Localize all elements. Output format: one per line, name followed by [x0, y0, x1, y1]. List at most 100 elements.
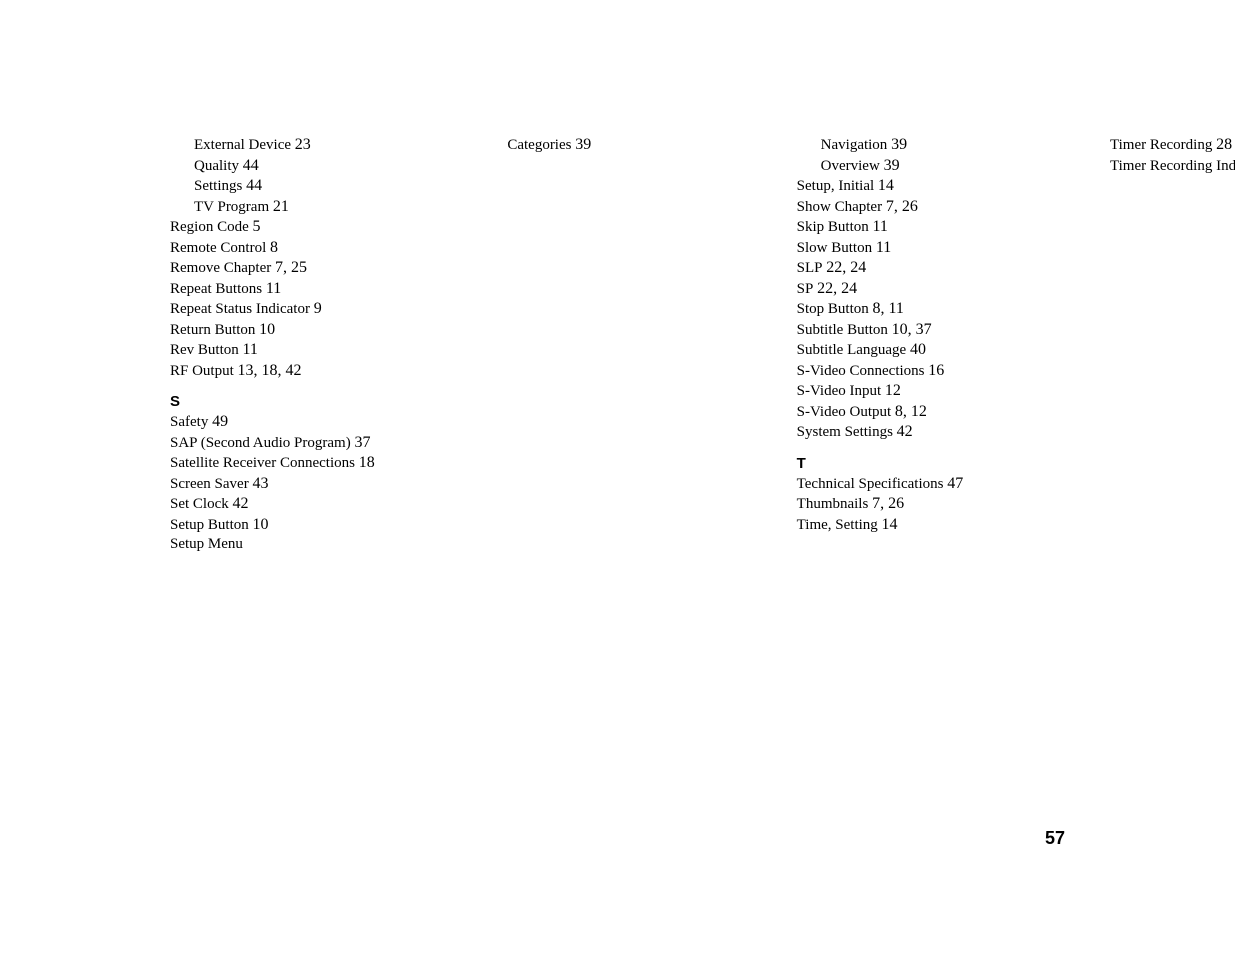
index-term: SP	[797, 281, 814, 297]
index-pages: 16	[928, 362, 944, 379]
index-pages: 7, 26	[872, 495, 904, 512]
index-entry: Skip Button 11	[797, 217, 1070, 238]
index-entry: Show Chapter 7, 26	[797, 197, 1070, 218]
index-term: Settings	[194, 178, 242, 194]
index-term: SAP (Second Audio Program)	[170, 435, 351, 451]
index-pages: 11	[873, 218, 888, 235]
index-entry: Timer Recording Indicator 9	[1110, 156, 1235, 177]
index-pages: 42	[897, 423, 913, 440]
index-pages: 9	[314, 300, 322, 317]
index-entry: Safety 49	[170, 412, 443, 433]
index-pages: 42	[233, 495, 249, 512]
index-entry: Technical Specifications 47	[797, 474, 1070, 495]
index-term: System Settings	[797, 424, 893, 440]
index-term: Stop Button	[797, 301, 869, 317]
index-entry: Subtitle Language 40	[797, 340, 1070, 361]
index-term: S-Video Output	[797, 404, 892, 420]
index-entry: Satellite Receiver Connections 18	[170, 453, 443, 474]
index-entry: Navigation 39	[797, 135, 1070, 156]
index-pages: 7, 25	[275, 259, 307, 276]
index-entry: Setup Button 10	[170, 515, 443, 536]
index-term: Safety	[170, 414, 208, 430]
index-term: Set Clock	[170, 496, 229, 512]
index-term: Satellite Receiver Connections	[170, 455, 355, 471]
index-pages: 11	[266, 280, 281, 297]
index-pages: 22, 24	[826, 259, 866, 276]
index-entry: Settings 44	[170, 176, 443, 197]
index-entry: Repeat Buttons 11	[170, 279, 443, 300]
index-entry: Slow Button 11	[797, 238, 1070, 259]
index-entry: Thumbnails 7, 26	[797, 494, 1070, 515]
index-term: Setup Menu	[170, 536, 243, 552]
index-page: External Device 23Quality 44Settings 44T…	[170, 135, 1070, 555]
index-pages: 11	[243, 341, 258, 358]
index-entry: Screen Saver 43	[170, 474, 443, 495]
index-entry: Subtitle Button 10, 37	[797, 320, 1070, 341]
index-term: Remote Control	[170, 240, 266, 256]
index-pages: 8, 11	[873, 300, 904, 317]
index-entry: Remote Control 8	[170, 238, 443, 259]
index-pages: 14	[882, 516, 898, 533]
index-entry: Stop Button 8, 11	[797, 299, 1070, 320]
index-term: Subtitle Button	[797, 322, 888, 338]
index-pages: 40	[910, 341, 926, 358]
index-pages: 8, 12	[895, 403, 927, 420]
index-term: Subtitle Language	[797, 342, 907, 358]
index-pages: 39	[884, 157, 900, 174]
index-pages: 43	[252, 475, 268, 492]
index-pages: 21	[273, 198, 289, 215]
index-term: Quality	[194, 158, 239, 174]
index-pages: 10	[253, 516, 269, 533]
index-term: RF Output	[170, 363, 234, 379]
index-pages: 8	[270, 239, 278, 256]
index-entry: Region Code 5	[170, 217, 443, 238]
index-term: Navigation	[821, 137, 888, 153]
index-term: Return Button	[170, 322, 255, 338]
index-term: Repeat Status Indicator	[170, 301, 310, 317]
index-pages: 47	[947, 475, 963, 492]
index-term: Timer Recording	[1110, 137, 1212, 153]
index-pages: 44	[243, 157, 259, 174]
index-pages: 49	[212, 413, 228, 430]
index-entry: Repeat Status Indicator 9	[170, 299, 443, 320]
index-entry: TV Program 21	[170, 197, 443, 218]
index-term: Show Chapter	[797, 199, 882, 215]
index-entry: Time, Setting 14	[797, 515, 1070, 536]
index-entry: S-Video Connections 16	[797, 361, 1070, 382]
index-entry: Setup Menu	[170, 535, 443, 555]
index-term: Region Code	[170, 219, 249, 235]
index-entry: Set Clock 42	[170, 494, 443, 515]
index-term: Overview	[821, 158, 880, 174]
index-entry: System Settings 42	[797, 422, 1070, 443]
index-entry: RF Output 13, 18, 42	[170, 361, 443, 382]
index-pages: 22, 24	[817, 280, 857, 297]
index-term: Setup, Initial	[797, 178, 875, 194]
index-term: Timer Recording Indicator	[1110, 158, 1235, 174]
index-entry: Remove Chapter 7, 25	[170, 258, 443, 279]
index-pages: 39	[891, 136, 907, 153]
index-term: Technical Specifications	[797, 476, 944, 492]
index-entry: External Device 23	[170, 135, 443, 156]
index-entry: S-Video Input 12	[797, 381, 1070, 402]
index-term: Remove Chapter	[170, 260, 271, 276]
index-term: Skip Button	[797, 219, 869, 235]
index-term: S-Video Input	[797, 383, 882, 399]
index-entry: Return Button 10	[170, 320, 443, 341]
index-term: Rev Button	[170, 342, 239, 358]
index-pages: 28	[1216, 136, 1232, 153]
index-term: External Device	[194, 137, 291, 153]
index-term: Time, Setting	[797, 517, 878, 533]
index-pages: 37	[354, 434, 370, 451]
index-term: S-Video Connections	[797, 363, 925, 379]
index-pages: 11	[876, 239, 891, 256]
index-pages: 12	[885, 382, 901, 399]
index-entry: Setup, Initial 14	[797, 176, 1070, 197]
page-number: 57	[1045, 828, 1065, 849]
index-columns: External Device 23Quality 44Settings 44T…	[170, 135, 1070, 555]
index-term: SLP	[797, 260, 823, 276]
index-pages: 5	[253, 218, 261, 235]
index-entry: SP 22, 24	[797, 279, 1070, 300]
index-entry: S-Video Output 8, 12	[797, 402, 1070, 423]
index-term: Setup Button	[170, 517, 249, 533]
index-heading: T	[797, 455, 1070, 472]
